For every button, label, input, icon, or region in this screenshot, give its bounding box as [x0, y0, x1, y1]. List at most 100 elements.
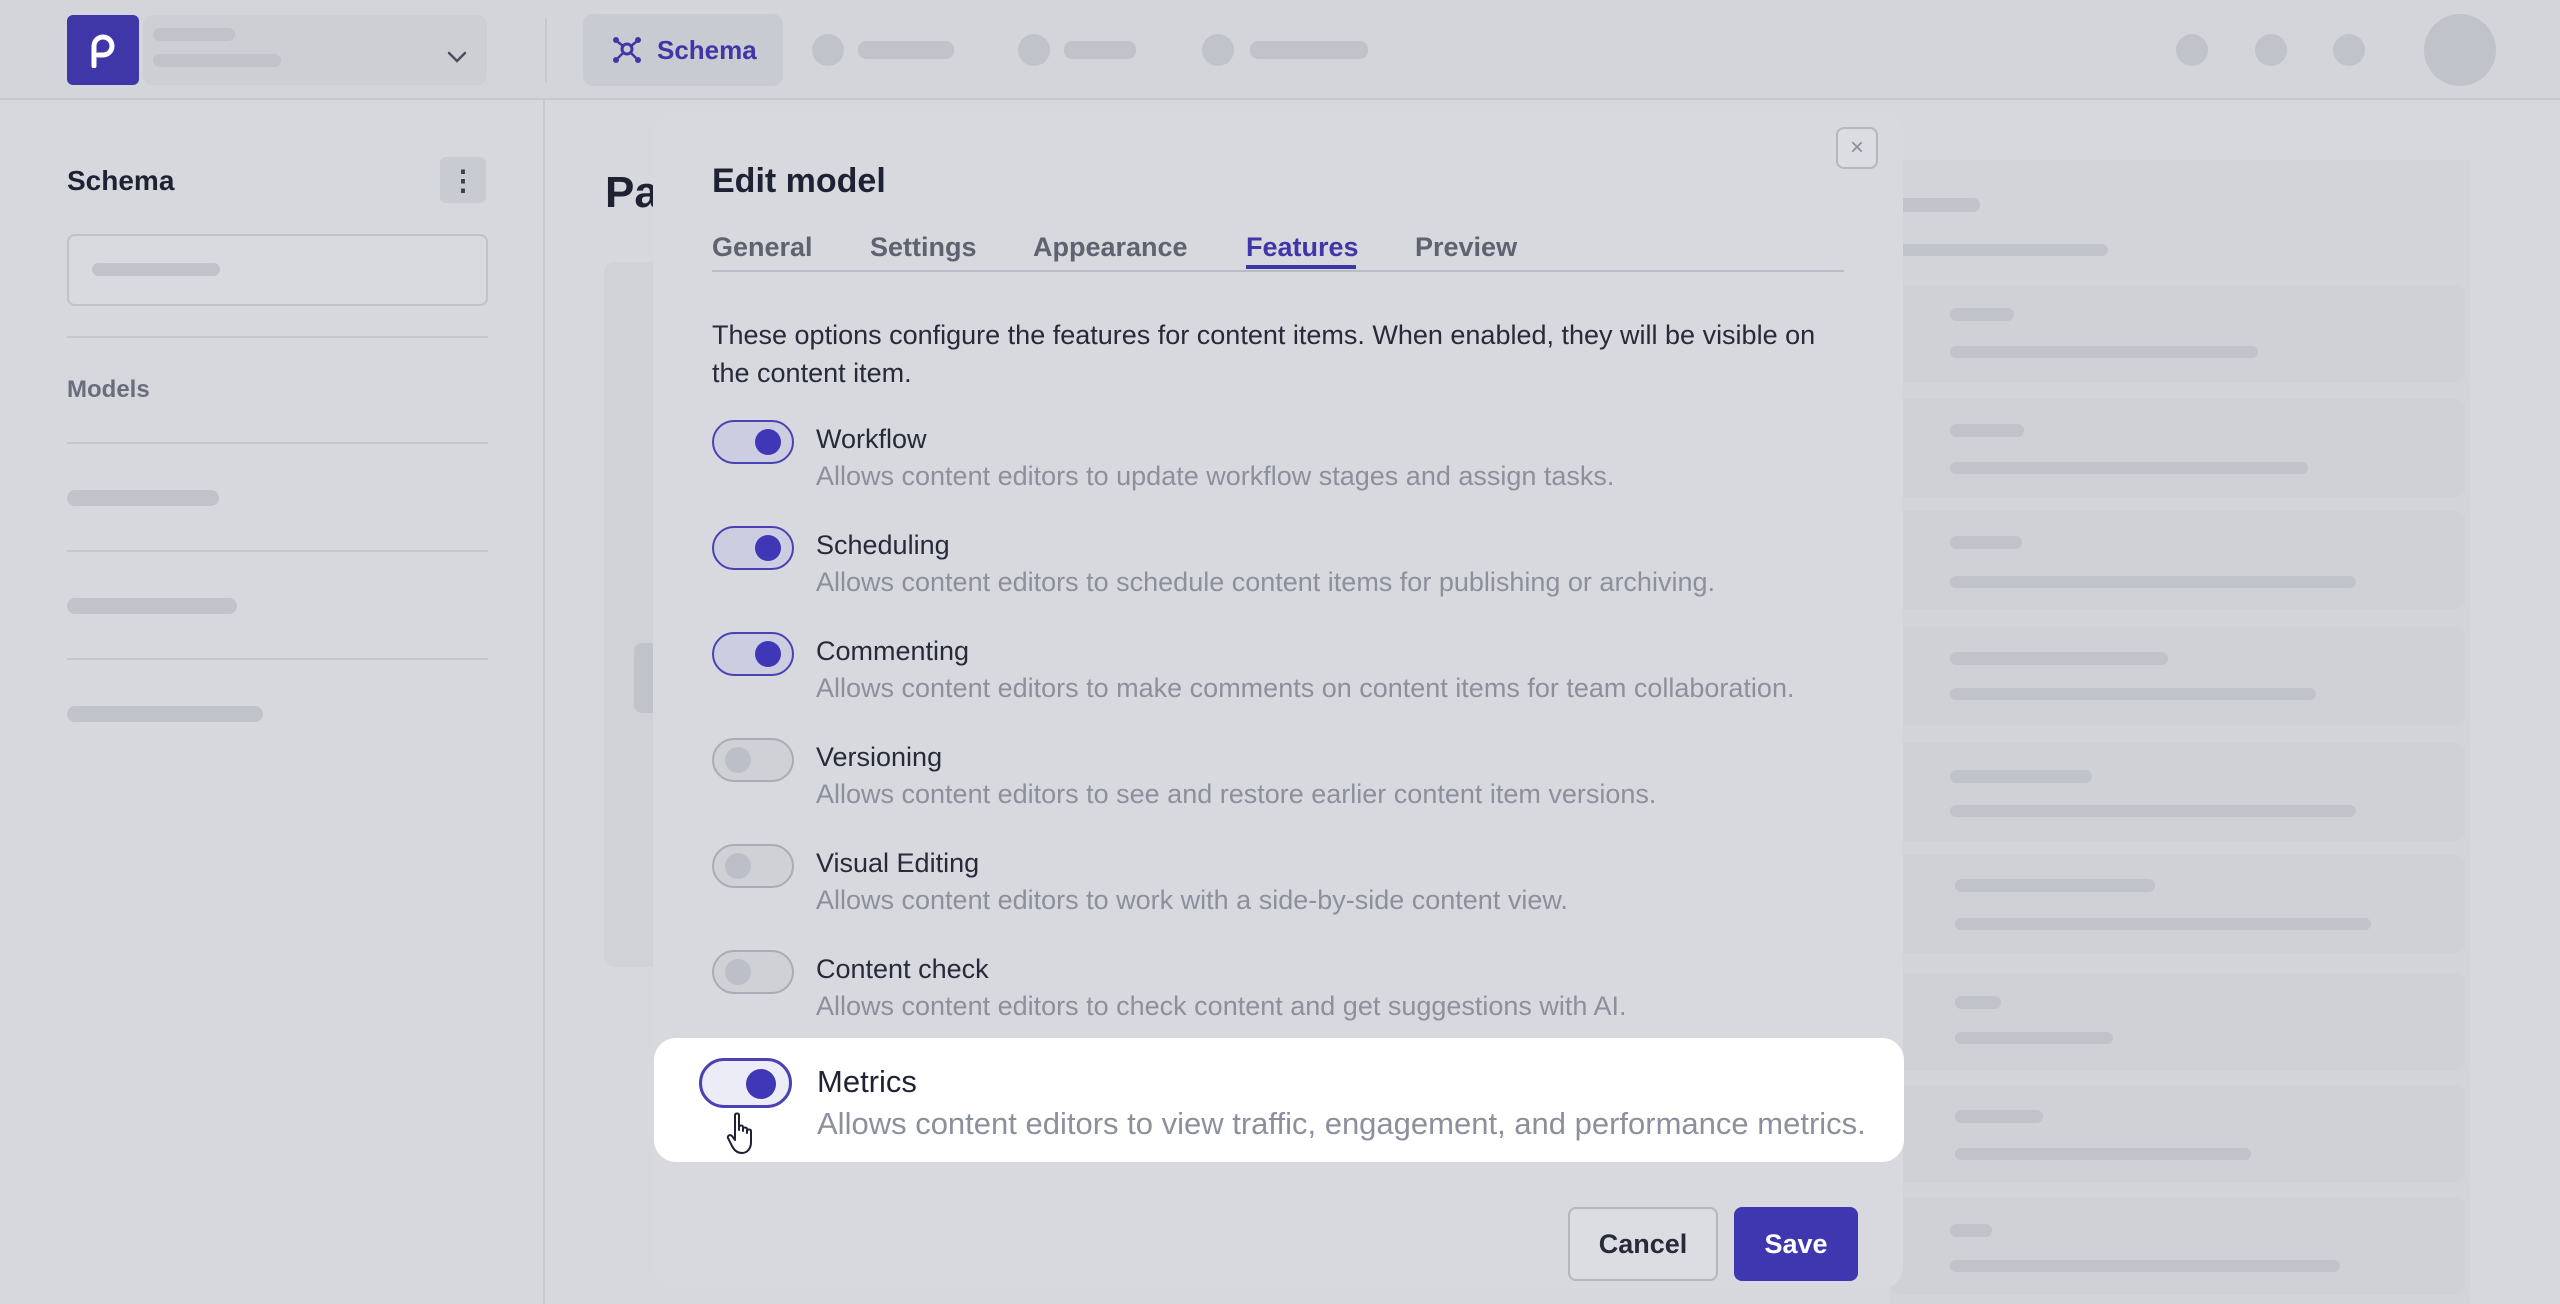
nav-label-placeholder[interactable] — [1064, 41, 1136, 59]
versioning-toggle[interactable] — [712, 738, 794, 782]
feature-name: Commenting — [816, 636, 970, 666]
list-item-sub-placeholder — [1955, 918, 2371, 930]
list-item-sub-placeholder — [1950, 346, 2258, 358]
list-item[interactable] — [1890, 743, 2465, 841]
close-icon[interactable]: × — [1836, 127, 1878, 169]
topbar-icon-placeholder[interactable] — [2255, 34, 2287, 66]
nav-icon-placeholder[interactable] — [1202, 34, 1234, 66]
feature-content-check: Content check Allows content editors to … — [712, 950, 1862, 1050]
nav-schema-label: Schema — [657, 34, 757, 65]
list-item-sub-placeholder — [1950, 462, 2308, 474]
sidebar-item-placeholder[interactable] — [67, 706, 263, 722]
list-item-title-placeholder — [1955, 1110, 2043, 1123]
feature-commenting: Commenting Allows content editors to mak… — [712, 632, 1862, 732]
sidebar-divider — [67, 658, 488, 660]
list-item-sub-placeholder — [1950, 576, 2356, 588]
cancel-button[interactable]: Cancel — [1568, 1207, 1718, 1281]
content-check-toggle[interactable] — [712, 950, 794, 994]
list-item[interactable] — [1890, 1085, 2465, 1183]
sidebar-section-models: Models — [67, 376, 150, 403]
page-title: Pa — [605, 168, 659, 217]
nav-label-placeholder[interactable] — [1250, 41, 1368, 59]
feature-description: Allows content editors to work with a si… — [816, 885, 1568, 915]
tab-features[interactable]: Features — [1246, 232, 1359, 263]
sidebar-title: Schema — [67, 165, 175, 196]
panel-sub-placeholder — [1890, 244, 2108, 256]
tab-settings[interactable]: Settings — [870, 232, 977, 263]
hand-cursor-icon — [726, 1112, 752, 1154]
workspace-switcher[interactable] — [143, 15, 487, 85]
feature-description: Allows content editors to make comments … — [816, 673, 1795, 703]
feature-name: Scheduling — [816, 530, 950, 560]
list-item[interactable] — [1890, 511, 2465, 609]
list-item[interactable] — [1890, 1197, 2465, 1295]
more-options-icon[interactable]: ⋮ — [440, 157, 486, 203]
feature-description: Allows content editors to view traffic, … — [817, 1106, 1866, 1141]
list-item[interactable] — [1890, 627, 2465, 725]
list-item[interactable] — [1890, 399, 2465, 497]
list-item-sub-placeholder — [1955, 1148, 2251, 1160]
toggle-knob — [725, 959, 751, 985]
nav-schema[interactable]: Schema — [583, 14, 783, 86]
tab-appearance[interactable]: Appearance — [1033, 232, 1188, 263]
topbar-icon-placeholder[interactable] — [2176, 34, 2208, 66]
workflow-toggle[interactable] — [712, 420, 794, 464]
list-item-title-placeholder — [1950, 536, 2022, 549]
workspace-name-placeholder — [153, 28, 235, 41]
feature-name: Visual Editing — [816, 848, 980, 878]
sidebar-divider — [67, 336, 488, 338]
list-item-title-placeholder — [1950, 308, 2014, 321]
toggle-knob — [755, 429, 781, 455]
list-item-title-placeholder — [1955, 996, 2001, 1009]
toggle-knob — [725, 747, 751, 773]
feature-description: Allows content editors to check content … — [816, 991, 1627, 1021]
feature-description: Allows content editors to see and restor… — [816, 779, 1657, 809]
nav-label-placeholder[interactable] — [858, 41, 954, 59]
feature-scheduling: Scheduling Allows content editors to sch… — [712, 526, 1862, 626]
sidebar-item-placeholder[interactable] — [67, 598, 237, 614]
app-logo[interactable] — [67, 15, 139, 85]
toggle-knob — [746, 1069, 776, 1099]
sidebar-divider — [67, 442, 488, 444]
list-item[interactable] — [1890, 285, 2465, 383]
nav-icon-placeholder[interactable] — [1018, 34, 1050, 66]
commenting-toggle[interactable] — [712, 632, 794, 676]
list-item-sub-placeholder — [1950, 1260, 2340, 1272]
toggle-knob — [725, 853, 751, 879]
list-item-title-placeholder — [1950, 424, 2024, 437]
tab-general[interactable]: General — [712, 232, 813, 263]
tab-preview[interactable]: Preview — [1415, 232, 1517, 263]
visual-editing-toggle[interactable] — [712, 844, 794, 888]
list-item-title-placeholder — [1955, 879, 2155, 892]
feature-versioning: Versioning Allows content editors to see… — [712, 738, 1862, 838]
dialog-title: Edit model — [712, 162, 886, 200]
topbar-divider — [545, 18, 547, 82]
feature-name: Content check — [816, 954, 989, 984]
sidebar-item-placeholder[interactable] — [67, 490, 219, 506]
feature-workflow: Workflow Allows content editors to updat… — [712, 420, 1862, 520]
list-item-sub-placeholder — [1955, 1032, 2113, 1044]
avatar[interactable] — [2424, 14, 2496, 86]
nav-icon-placeholder[interactable] — [812, 34, 844, 66]
toggle-knob — [755, 641, 781, 667]
topbar-icon-placeholder[interactable] — [2333, 34, 2365, 66]
workspace-sub-placeholder — [153, 54, 281, 67]
feature-metrics-highlight — [654, 1038, 1904, 1162]
sidebar-divider — [67, 550, 488, 552]
metrics-toggle[interactable] — [699, 1058, 792, 1108]
logo-icon — [91, 34, 115, 68]
list-item-title-placeholder — [1950, 652, 2168, 665]
panel-heading-placeholder — [1890, 198, 1980, 212]
list-item-title-placeholder — [1950, 770, 2092, 783]
scheduling-toggle[interactable] — [712, 526, 794, 570]
feature-description: Allows content editors to schedule conte… — [816, 567, 1715, 597]
chevron-down-icon[interactable] — [446, 50, 468, 64]
list-item-title-placeholder — [1950, 1224, 1992, 1237]
list-item-sub-placeholder — [1950, 805, 2356, 817]
toggle-knob — [755, 535, 781, 561]
list-item-sub-placeholder — [1950, 688, 2316, 700]
save-button[interactable]: Save — [1734, 1207, 1858, 1281]
list-item[interactable] — [1890, 855, 2465, 953]
feature-name: Workflow — [816, 424, 927, 454]
list-item[interactable] — [1890, 973, 2465, 1071]
